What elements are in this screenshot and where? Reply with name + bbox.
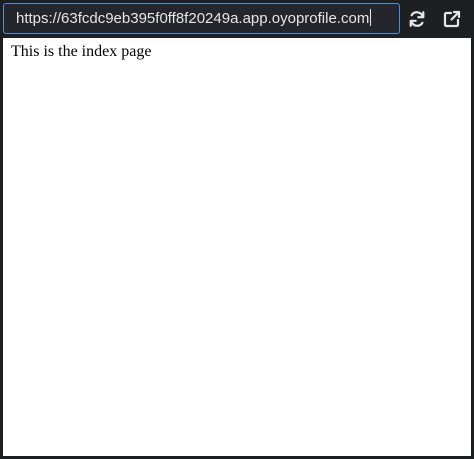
url-text: https://63fcdc9eb395f0ff8f20249a.app.oyo…: [16, 10, 370, 27]
page-body-text: This is the index page: [11, 43, 152, 60]
page-viewport: This is the index page: [3, 38, 471, 456]
url-input[interactable]: https://63fcdc9eb395f0ff8f20249a.app.oyo…: [3, 3, 400, 34]
external-link-icon: [443, 10, 461, 28]
preview-toolbar: https://63fcdc9eb395f0ff8f20249a.app.oyo…: [0, 0, 474, 38]
refresh-icon: [409, 11, 425, 27]
preview-window: https://63fcdc9eb395f0ff8f20249a.app.oyo…: [0, 0, 474, 459]
open-in-new-window-button[interactable]: [439, 6, 465, 32]
refresh-button[interactable]: [404, 6, 430, 32]
text-caret: [370, 9, 372, 26]
